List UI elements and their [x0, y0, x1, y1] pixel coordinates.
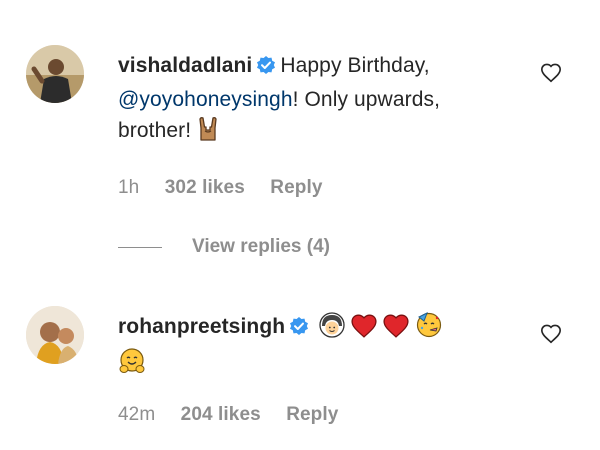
hugging-face-icon — [118, 347, 146, 384]
avatar[interactable] — [26, 45, 84, 103]
like-heart-icon[interactable] — [540, 62, 562, 89]
partying-face-icon — [415, 310, 443, 347]
comment-meta: 42m 204 likes Reply — [118, 404, 358, 426]
like-heart-icon[interactable] — [540, 323, 562, 350]
timestamp: 42m — [118, 404, 156, 425]
mention-link[interactable]: @yoyohoneysingh — [118, 88, 293, 111]
reply-button[interactable]: Reply — [286, 404, 338, 425]
comment-text: rohanpreetsingh — [118, 310, 538, 384]
username[interactable]: rohanpreetsingh — [118, 315, 285, 338]
comment-text-part2: ! Only upwards, — [292, 88, 441, 111]
view-replies-button[interactable]: View replies (4) — [118, 236, 330, 258]
divider-line — [118, 246, 162, 248]
timestamp: 1h — [118, 177, 140, 198]
reply-button[interactable]: Reply — [270, 177, 322, 198]
verified-badge-icon — [256, 53, 276, 84]
red-heart-icon — [383, 314, 409, 347]
comment-text: vishaldadlani Happy Birthday, @yoyohoneys… — [118, 50, 538, 151]
horns-emoji-icon — [197, 116, 219, 151]
comment-meta: 1h 302 likes Reply — [118, 177, 343, 199]
comment-text-part1: Happy Birthday, — [280, 54, 430, 77]
verified-badge-icon — [289, 314, 309, 345]
view-replies-label: View replies (4) — [192, 236, 330, 257]
smiling-face-with-headscarf-icon — [319, 312, 345, 347]
likes-count[interactable]: 204 likes — [181, 404, 261, 425]
likes-count[interactable]: 302 likes — [165, 177, 245, 198]
red-heart-icon — [351, 314, 377, 347]
username[interactable]: vishaldadlani — [118, 54, 252, 77]
avatar[interactable] — [26, 306, 84, 364]
comment-text-part3: brother! — [118, 119, 192, 142]
